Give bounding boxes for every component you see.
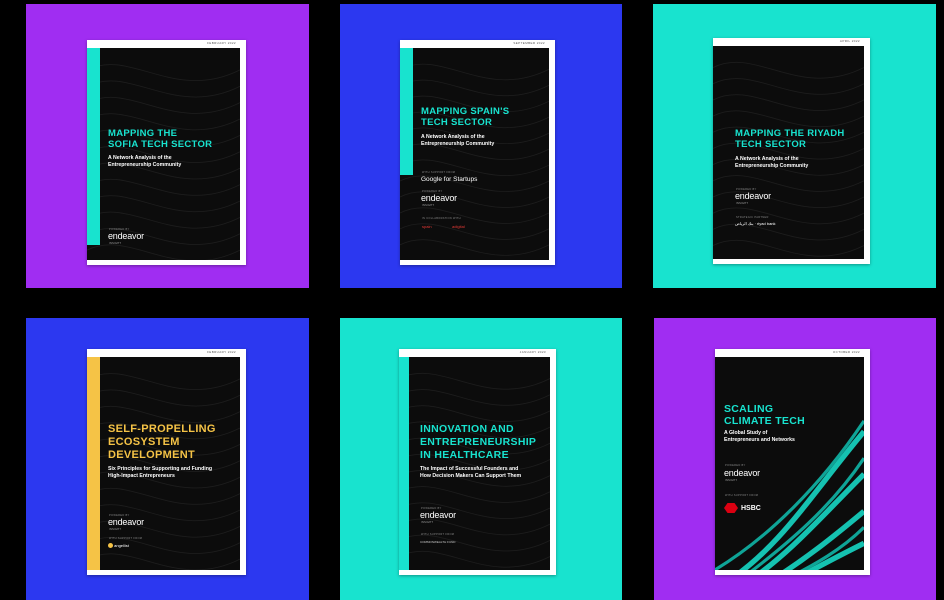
report-cover-spain[interactable]: SEPTEMBER 2022 MAPPING SPAIN'S TECH SECTO…	[400, 40, 555, 265]
spain-logo: spain	[422, 224, 432, 229]
commonwealth-fund-logo: COMMONWEALTH FUND	[420, 540, 456, 544]
support-label: WITH SUPPORT FROM	[109, 537, 143, 540]
report-subtitle: A Network Analysis of the Entrepreneurshi…	[421, 134, 495, 147]
report-tile-spain[interactable]: SEPTEMBER 2022 MAPPING SPAIN'S TECH SECTO…	[340, 4, 622, 288]
angellist-icon	[108, 543, 113, 549]
endeavor-logo: endeavor	[108, 231, 144, 241]
report-cover-riyadh[interactable]: APRIL 2022 MAPPING THE RIYADH TECH SECTOR…	[713, 38, 870, 264]
report-date: OCTOBER 2022	[832, 350, 860, 354]
report-subtitle: Six Principles for Supporting and Fundin…	[108, 466, 213, 479]
endeavor-logo: endeavor	[735, 191, 771, 201]
hsbc-logo: HSBC	[724, 502, 761, 514]
report-title: SELF-PROPELLING ECOSYSTEM DEVELOPMENT	[108, 423, 216, 461]
report-tile-climate[interactable]: OCTOBER 2022 SCALING CLIMATE TECH A Globa…	[654, 318, 936, 600]
report-title: MAPPING THE SOFIA TECH SECTOR	[108, 128, 213, 150]
endeavor-logo: endeavor	[724, 468, 760, 478]
hsbc-hexagon-icon	[724, 503, 738, 513]
report-tile-self-propelling[interactable]: FEBRUARY 2022 SELF-PROPELLING ECOSYSTEM DE…	[26, 318, 309, 600]
report-cover-sofia[interactable]: FEBRUARY 2022 MAPPING THE SOFIA TECH SECT…	[87, 40, 246, 265]
riyad-bank-logo: بنك الرياض · riyad bank	[735, 221, 776, 226]
adigital-logo: adigital	[452, 224, 465, 229]
report-subtitle: A Network Analysis of the Entrepreneurshi…	[735, 156, 809, 169]
report-tile-healthcare[interactable]: JANUARY 2023 INNOVATION AND ENTREPRENEURS…	[340, 318, 622, 600]
support-label: WITH SUPPORT FROM	[725, 494, 759, 497]
report-title: MAPPING THE RIYADH TECH SECTOR	[735, 128, 845, 150]
strategic-partner-label: STRATEGIC PARTNER	[736, 216, 769, 219]
support-label: WITH SUPPORT FROM	[422, 171, 456, 174]
powered-by-label: POWERED BY	[725, 464, 746, 467]
endeavor-logo: endeavor	[108, 517, 144, 527]
report-date: JANUARY 2023	[519, 350, 546, 354]
report-subtitle: The Impact of Successful Founders and How…	[420, 466, 522, 479]
report-date: FEBRUARY 2022	[207, 41, 236, 45]
report-title: MAPPING SPAIN'S TECH SECTOR	[421, 106, 510, 128]
accent-stripe	[399, 357, 409, 570]
report-tile-riyadh[interactable]: APRIL 2022 MAPPING THE RIYADH TECH SECTOR…	[653, 4, 936, 288]
report-subtitle: A Global Study of Entrepreneurs and Netwo…	[724, 430, 795, 443]
report-cover-climate[interactable]: OCTOBER 2022 SCALING CLIMATE TECH A Globa…	[715, 349, 870, 575]
support-label: WITH SUPPORT FROM	[421, 533, 455, 536]
collab-label: IN COLLABORATION WITH	[422, 217, 461, 220]
report-title: INNOVATION AND ENTREPRENEURSHIP IN HEALTHC…	[420, 423, 537, 461]
accent-stripe	[87, 48, 100, 245]
accent-stripe	[87, 357, 100, 570]
report-subtitle: A Network Analysis of the Entrepreneurshi…	[108, 155, 182, 168]
google-for-startups-logo: Google for Startups	[421, 176, 478, 183]
report-cover-self-propelling[interactable]: FEBRUARY 2022 SELF-PROPELLING ECOSYSTEM DE…	[87, 349, 246, 575]
report-cover-healthcare[interactable]: JANUARY 2023 INNOVATION AND ENTREPRENEURS…	[399, 349, 556, 575]
report-date: APRIL 2022	[839, 39, 860, 43]
report-tile-sofia[interactable]: FEBRUARY 2022 MAPPING THE SOFIA TECH SECT…	[26, 4, 309, 288]
endeavor-logo: endeavor	[421, 193, 457, 203]
accent-stripe	[400, 48, 413, 175]
wave-pattern	[713, 62, 864, 257]
wave-pattern	[400, 63, 549, 256]
report-title: SCALING CLIMATE TECH	[724, 403, 805, 427]
report-date: FEBRUARY 2022	[207, 350, 236, 354]
report-date: SEPTEMBER 2022	[513, 41, 545, 45]
angellist-logo: angellist	[108, 543, 129, 549]
endeavor-logo: endeavor	[420, 510, 456, 520]
